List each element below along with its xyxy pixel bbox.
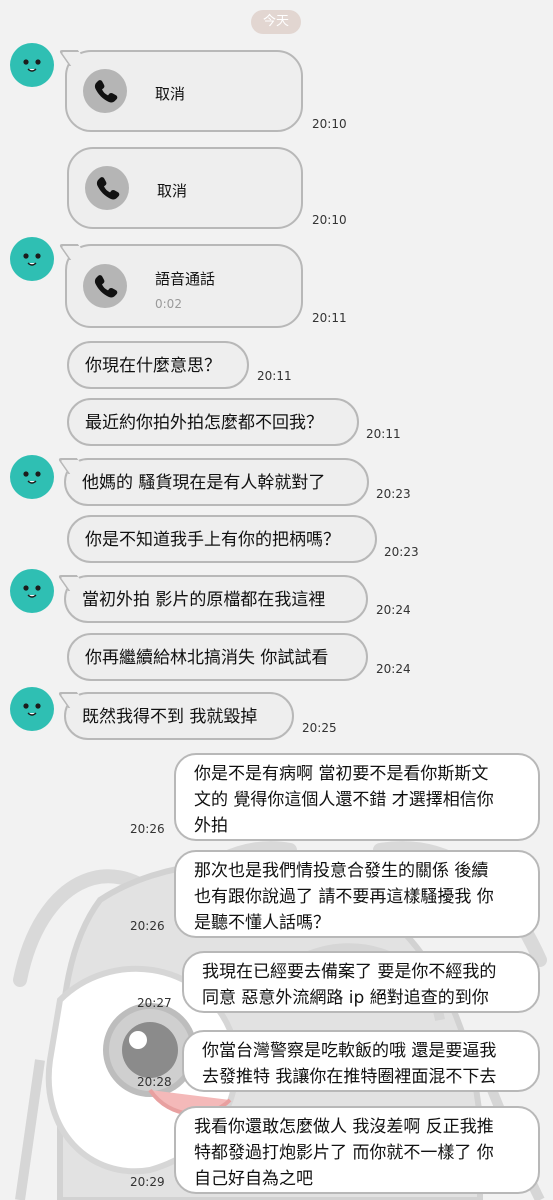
phone-icon (83, 264, 127, 308)
message-text: 既然我得不到 我就毀掉 (82, 707, 258, 727)
message-text-line: 那次也是我們情投意合發生的關係 後續 (194, 861, 489, 881)
date-chip: 今天 (251, 10, 301, 34)
message-text-line: 是聽不懂人話嗎？ (194, 913, 330, 933)
call-bubble[interactable]: 語音通話 0:02 (58, 244, 303, 328)
message-text: 你現在什麼意思？ (85, 356, 221, 376)
bubble-tail (57, 692, 89, 708)
contact-avatar[interactable] (10, 43, 54, 87)
call-status-label: 取消 (155, 85, 186, 103)
message-text-line: 同意 惡意外流網路 ip 絕對追查的到你 (202, 988, 489, 1008)
contact-avatar[interactable] (10, 455, 54, 499)
message-time: 20:24 (376, 603, 411, 617)
incoming-message[interactable]: 他媽的 騷貨現在是有人幹就對了 (57, 458, 369, 506)
message-text: 當初外拍 影片的原檔都在我這裡 (82, 590, 326, 610)
message-text-line: 外拍 (194, 816, 228, 836)
call-status-label: 語音通話 (155, 270, 216, 288)
message-text-line: 我看你還敢怎麼做人 我沒差啊 反正我推 (194, 1117, 494, 1137)
bubble-tail (57, 458, 89, 474)
chat-thread[interactable]: 今天 取消 20:10 取消 20:10 語音通話 0:02 20:11 你現在… (0, 0, 553, 1200)
message-text-line: 你當台灣警察是吃軟飯的哦 還是要逼我 (202, 1041, 497, 1061)
outgoing-message[interactable]: 你當台灣警察是吃軟飯的哦 還是要逼我 去發推特 我讓你在推特圈裡面混不下去 (182, 1030, 540, 1092)
message-time: 20:26 (130, 919, 165, 933)
outgoing-message[interactable]: 我現在已經要去備案了 要是你不經我的 同意 惡意外流網路 ip 絕對追查的到你 (182, 951, 540, 1013)
incoming-message[interactable]: 你再繼續給林北搞消失 你試試看 (67, 633, 368, 681)
incoming-message[interactable]: 當初外拍 影片的原檔都在我這裡 (57, 575, 368, 623)
blob-face-avatar-icon (23, 585, 41, 598)
phone-icon (83, 69, 127, 113)
message-time: 20:11 (366, 427, 401, 441)
message-text: 他媽的 騷貨現在是有人幹就對了 (82, 473, 326, 493)
incoming-message[interactable]: 既然我得不到 我就毀掉 (57, 692, 294, 740)
message-time: 20:25 (302, 721, 337, 735)
message-text-line: 去發推特 我讓你在推特圈裡面混不下去 (202, 1067, 497, 1087)
message-time: 20:24 (376, 662, 411, 676)
bubble-tail (57, 575, 89, 591)
message-text-line: 也有跟你說過了 請不要再這樣騷擾我 你 (194, 887, 494, 907)
blob-face-avatar-icon (23, 59, 41, 72)
message-time: 20:10 (312, 117, 347, 131)
message-text-line: 我現在已經要去備案了 要是你不經我的 (202, 962, 497, 982)
incoming-message[interactable]: 最近約你拍外拍怎麼都不回我？ (67, 398, 359, 446)
message-time: 20:23 (376, 487, 411, 501)
outgoing-message[interactable]: 你是不是有病啊 當初要不是看你斯斯文 文的 覺得你這個人還不錯 才選擇相信你 外… (174, 753, 540, 841)
message-time: 20:23 (384, 545, 419, 559)
call-bubble[interactable]: 取消 (67, 147, 303, 229)
blob-face-avatar-icon (23, 471, 41, 484)
bubble-tail (58, 50, 90, 66)
message-time: 20:10 (312, 213, 347, 227)
blob-face-avatar-icon (23, 703, 41, 716)
outgoing-message[interactable]: 那次也是我們情投意合發生的關係 後續 也有跟你說過了 請不要再這樣騷擾我 你 是… (174, 850, 540, 938)
contact-avatar[interactable] (10, 687, 54, 731)
call-status-label: 取消 (157, 182, 188, 200)
message-text-line: 你是不是有病啊 當初要不是看你斯斯文 (194, 764, 489, 784)
call-duration: 0:02 (155, 297, 182, 311)
contact-avatar[interactable] (10, 237, 54, 281)
message-text-line: 文的 覺得你這個人還不錯 才選擇相信你 (194, 790, 494, 810)
message-text-line: 自己好自為之吧 (194, 1169, 313, 1189)
message-time: 20:28 (137, 1075, 172, 1089)
outgoing-message[interactable]: 我看你還敢怎麼做人 我沒差啊 反正我推 特都發過打炮影片了 而你就不一樣了 你 … (174, 1106, 540, 1194)
bubble-tail (58, 244, 90, 260)
message-text: 你是不知道我手上有你的把柄嗎？ (85, 530, 340, 550)
incoming-message[interactable]: 你是不知道我手上有你的把柄嗎？ (67, 515, 377, 563)
message-text: 最近約你拍外拍怎麼都不回我？ (85, 413, 323, 433)
message-text-line: 特都發過打炮影片了 而你就不一樣了 你 (194, 1143, 494, 1163)
message-time: 20:29 (130, 1175, 165, 1189)
call-bubble[interactable]: 取消 (58, 50, 303, 132)
phone-icon (85, 166, 129, 210)
message-time: 20:11 (257, 369, 292, 383)
message-text: 你再繼續給林北搞消失 你試試看 (85, 648, 329, 668)
message-time: 20:11 (312, 311, 347, 325)
blob-face-avatar-icon (23, 253, 41, 266)
message-time: 20:26 (130, 822, 165, 836)
message-time: 20:27 (137, 996, 172, 1010)
incoming-message[interactable]: 你現在什麼意思？ (67, 341, 249, 389)
contact-avatar[interactable] (10, 569, 54, 613)
